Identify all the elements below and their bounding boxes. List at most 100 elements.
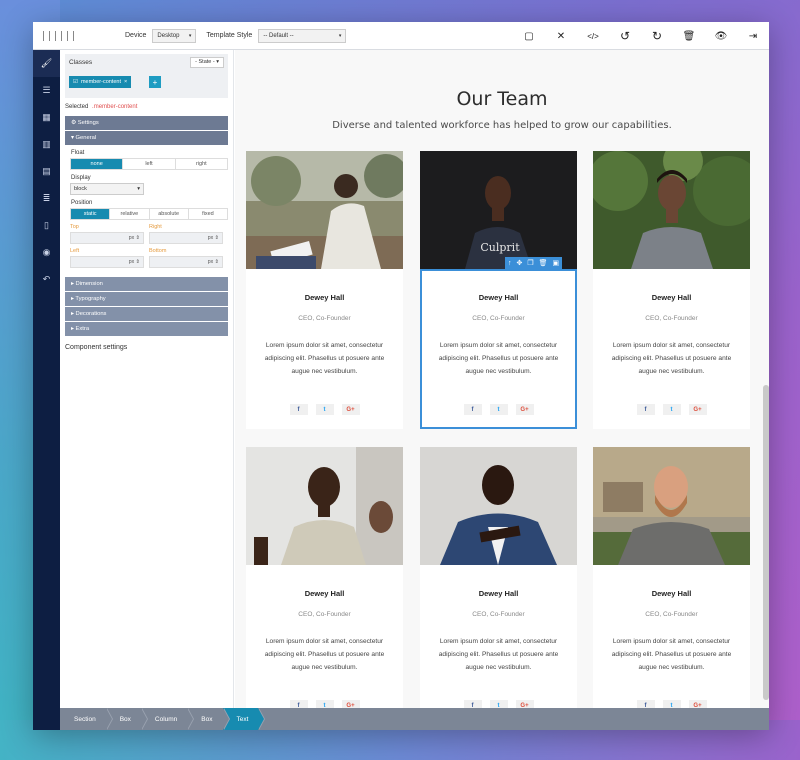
code-icon[interactable]: </> (577, 22, 609, 50)
member-role: CEO, Co-Founder (298, 611, 351, 618)
trash-icon[interactable]: 🗑 (673, 22, 705, 50)
chevron-down-icon: ▾ (137, 186, 140, 192)
twitter-icon[interactable]: t (489, 700, 508, 708)
device-label: Device (125, 32, 147, 39)
team-member-card[interactable]: Dewey Hall CEO, Co-Founder Lorem ipsum d… (246, 447, 403, 708)
section-subtitle[interactable]: Diverse and talented workforce has helpe… (235, 120, 769, 131)
facebook-icon[interactable]: f (636, 404, 655, 415)
history-icon[interactable]: ↶ (33, 266, 60, 293)
left-input[interactable]: px ⇕ (70, 256, 144, 268)
member-description: Lorem ipsum dolor sit amet, consectetur … (264, 638, 385, 671)
user-icon[interactable]: ◉ (33, 239, 60, 266)
member-role: CEO, Co-Founder (645, 315, 698, 322)
extra-sector[interactable]: ▸ Extra (65, 322, 228, 336)
google-plus-icon[interactable]: G+ (688, 700, 707, 708)
google-plus-icon[interactable]: G+ (341, 700, 360, 708)
facebook-icon[interactable]: f (289, 404, 308, 415)
member-role: CEO, Co-Founder (298, 315, 351, 322)
style-manager-panel: Classes - State - ▾ ☑ member-content × +… (60, 50, 234, 708)
team-member-card[interactable]: Dewey Hall CEO, Co-Founder Lorem ipsum d… (593, 151, 750, 429)
section-title[interactable]: Our Team (235, 88, 769, 110)
fullscreen-icon[interactable]: ✕ (545, 22, 577, 50)
twitter-icon[interactable]: t (315, 700, 334, 708)
redo-icon[interactable]: ↻ (641, 22, 673, 50)
twitter-icon[interactable]: t (315, 404, 334, 415)
copy-icon[interactable]: ❐ (527, 259, 533, 267)
add-class-button[interactable]: + (149, 76, 161, 88)
general-sector[interactable]: ▾ General (65, 131, 228, 145)
typography-sector[interactable]: ▸ Typography (65, 292, 228, 306)
drag-handle-icon[interactable] (43, 30, 103, 41)
top-input[interactable]: px ⇕ (70, 232, 144, 244)
template-style-select[interactable]: -- Default -- ▾ (258, 28, 347, 43)
device-select[interactable]: Desktop ▾ (152, 28, 197, 43)
team-member-card[interactable]: Dewey Hall CEO, Co-Founder Lorem ipsum d… (246, 151, 403, 429)
decorations-sector[interactable]: ▸ Decorations (65, 307, 228, 321)
layout-icon[interactable]: ▤ (33, 158, 60, 185)
dimension-sector[interactable]: ▸ Dimension (65, 277, 228, 291)
member-description: Lorem ipsum dolor sit amet, consectetur … (264, 342, 385, 375)
class-tag-label: member-content (80, 79, 121, 85)
document-icon[interactable]: ▯ (33, 212, 60, 239)
settings-sector[interactable]: ⚙ Settings (65, 116, 228, 130)
position-option-static[interactable]: static (71, 209, 111, 219)
editor-window: Device Desktop ▾ Template Style -- Defaul… (33, 22, 769, 730)
position-option-absolute[interactable]: absolute (150, 209, 189, 219)
book-icon[interactable]: ▥ (33, 131, 60, 158)
menu-icon[interactable]: ☰ (33, 77, 60, 104)
breadcrumb-item[interactable]: Section (60, 708, 113, 730)
trash-icon[interactable]: 🗑 (539, 259, 548, 267)
facebook-icon[interactable]: f (289, 700, 308, 708)
checkbox-icon[interactable]: ☑ (73, 79, 78, 85)
classes-title: Classes (69, 59, 93, 66)
class-tag[interactable]: ☑ member-content × (69, 76, 132, 88)
selected-label: Selected (65, 104, 89, 110)
twitter-icon[interactable]: t (662, 404, 681, 415)
member-description: Lorem ipsum dolor sit amet, consectetur … (611, 638, 732, 671)
member-role: CEO, Co-Founder (645, 611, 698, 618)
bottom-label: Bottom (149, 248, 167, 254)
move-icon[interactable]: ✥ (517, 259, 523, 267)
float-option-right[interactable]: right (176, 159, 227, 169)
grid-icon[interactable]: ▦ (33, 104, 60, 131)
facebook-icon[interactable]: f (636, 700, 655, 708)
selected-value: .member-content (92, 104, 138, 110)
team-member-card[interactable]: Dewey Hall CEO, Co-Founder Lorem ipsum d… (420, 447, 577, 708)
brush-icon[interactable]: 🖌 (33, 50, 60, 77)
right-input[interactable]: px ⇕ (149, 232, 223, 244)
twitter-icon[interactable]: t (662, 700, 681, 708)
top-toolbar: Device Desktop ▾ Template Style -- Defaul… (33, 22, 769, 50)
member-name: Dewey Hall (304, 589, 345, 598)
svg-text:Culprit: Culprit (480, 241, 520, 254)
arrow-up-icon[interactable]: ↑ (508, 260, 512, 267)
member-photo: Culprit (420, 151, 577, 269)
float-option-none[interactable]: none (71, 159, 124, 169)
google-plus-icon[interactable]: G+ (341, 404, 360, 415)
float-option-left[interactable]: left (123, 159, 176, 169)
list-icon[interactable]: ≣ (33, 185, 60, 212)
social-links: f t G+ (420, 700, 577, 708)
export-icon[interactable]: ⇥ (737, 22, 769, 50)
bottom-input[interactable]: px ⇕ (149, 256, 223, 268)
breadcrumb: Section Box Column Box Text (60, 708, 769, 730)
eye-icon[interactable]: 👁 (705, 22, 737, 50)
display-select-value: block (74, 186, 87, 192)
chevron-down-icon: ▾ (188, 32, 192, 39)
position-option-relative[interactable]: relative (110, 209, 150, 219)
device-select-value: Desktop (157, 32, 180, 39)
square-icon[interactable]: ▢ (513, 22, 545, 50)
team-member-card[interactable]: Dewey Hall CEO, Co-Founder Lorem ipsum d… (593, 447, 750, 708)
undo-icon[interactable]: ↺ (609, 22, 641, 50)
google-plus-icon[interactable]: G+ (688, 404, 707, 415)
display-select[interactable]: block ▾ (70, 183, 144, 195)
save-icon[interactable]: ▣ (553, 259, 560, 267)
float-radio-group: none left right (70, 158, 228, 170)
close-icon[interactable]: × (124, 79, 127, 85)
canvas-scrollbar[interactable] (763, 385, 769, 700)
state-select[interactable]: - State - ▾ (190, 57, 224, 68)
position-option-fixed[interactable]: fixed (189, 209, 227, 219)
member-name: Dewey Hall (651, 293, 692, 302)
selected-component-outline (420, 269, 577, 429)
google-plus-icon[interactable]: G+ (515, 700, 534, 708)
facebook-icon[interactable]: f (463, 700, 482, 708)
